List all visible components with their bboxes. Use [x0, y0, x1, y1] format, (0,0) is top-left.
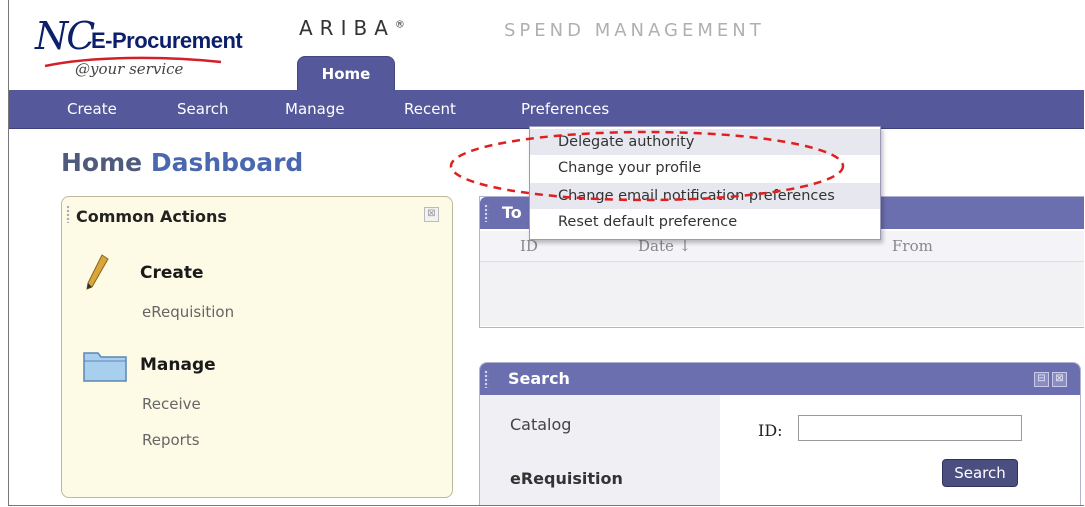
- search-tab-catalog[interactable]: Catalog: [510, 415, 571, 434]
- folder-icon: [83, 352, 127, 382]
- tab-home[interactable]: Home: [297, 56, 395, 91]
- nav-recent[interactable]: Recent: [404, 90, 456, 128]
- ariba-brand: ARIBA®: [299, 16, 405, 40]
- app-frame: NC E-Procurement @your service ARIBA® SP…: [8, 0, 1084, 506]
- reports-link[interactable]: Reports: [142, 431, 200, 449]
- todo-list-body: [480, 262, 1084, 326]
- search-panel-title: Search: [508, 369, 570, 388]
- nav-manage[interactable]: Manage: [285, 90, 345, 128]
- common-actions-title: Common Actions: [76, 207, 227, 226]
- column-from[interactable]: From: [892, 237, 933, 255]
- drag-handle[interactable]: [66, 205, 71, 223]
- minimize-icon[interactable]: ⊟: [1034, 372, 1049, 387]
- close-icon[interactable]: ⊠: [424, 207, 439, 222]
- common-actions-panel: Common Actions ⊠ Create eRequisition Man…: [61, 196, 453, 498]
- search-tab-erequisition[interactable]: eRequisition: [510, 469, 623, 488]
- highlight-oval-annotation: [449, 130, 845, 202]
- erequisition-link[interactable]: eRequisition: [142, 303, 234, 321]
- todo-panel-title: To: [502, 203, 522, 222]
- registered-mark: ®: [394, 19, 405, 31]
- manage-heading: Manage: [140, 355, 216, 375]
- menu-item-reset-default-preference[interactable]: Reset default preference: [530, 209, 880, 235]
- id-label: ID:: [758, 421, 783, 440]
- page-title-home: Home: [61, 148, 143, 177]
- nav-search[interactable]: Search: [177, 90, 229, 128]
- pencil-icon: [86, 254, 109, 290]
- drag-handle[interactable]: [484, 370, 489, 388]
- nav-preferences[interactable]: Preferences: [521, 90, 609, 128]
- nav-create[interactable]: Create: [67, 90, 117, 128]
- logo-nc-text: NC: [35, 14, 95, 58]
- search-panel-header: Search ⊟ ⊠: [480, 363, 1080, 395]
- create-heading: Create: [140, 263, 204, 283]
- id-input[interactable]: [798, 415, 1022, 441]
- page-title: Home Dashboard: [61, 148, 303, 177]
- logo-service-text: @your service: [75, 60, 184, 78]
- logo-eprocurement-text: E-Procurement: [91, 28, 243, 53]
- search-category-list: Catalog eRequisition: [480, 395, 720, 505]
- main-navbar: Create Search Manage Recent Preferences: [9, 90, 1084, 129]
- drag-handle[interactable]: [484, 204, 489, 222]
- close-icon[interactable]: ⊠: [1052, 372, 1067, 387]
- search-panel: Search ⊟ ⊠ Catalog eRequisition ID: Sear…: [479, 362, 1081, 505]
- nc-eprocurement-logo[interactable]: NC E-Procurement @your service: [35, 8, 285, 80]
- search-button[interactable]: Search: [942, 459, 1018, 487]
- ariba-wordmark: ARIBA: [299, 16, 395, 40]
- page-title-dashboard: Dashboard: [150, 148, 304, 177]
- spend-management-tagline: SPEND MANAGEMENT: [504, 20, 765, 41]
- receive-link[interactable]: Receive: [142, 395, 201, 413]
